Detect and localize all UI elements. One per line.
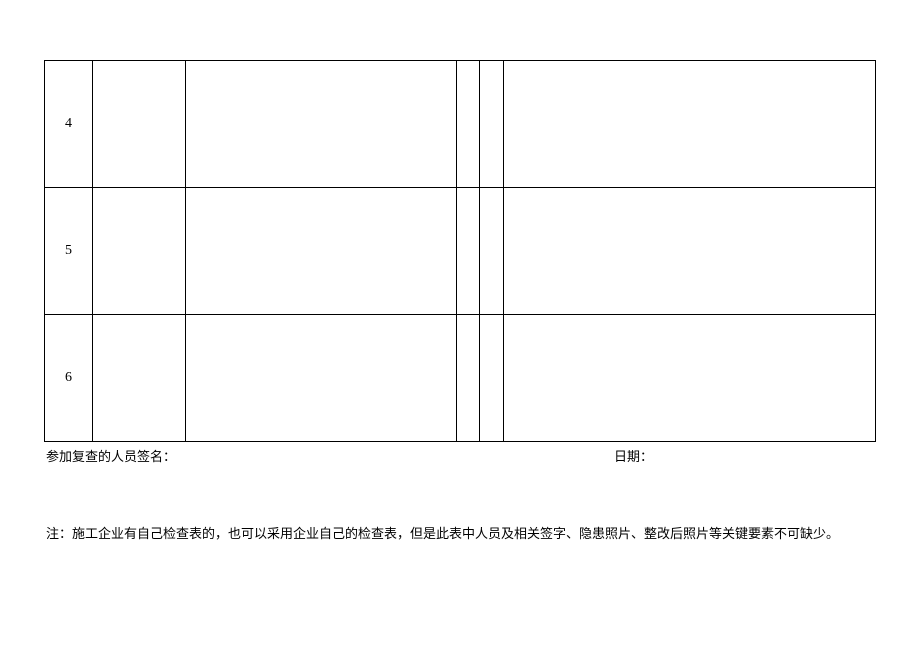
table-cell xyxy=(504,61,876,188)
table-cell xyxy=(480,315,504,442)
table-row: 4 xyxy=(45,61,876,188)
note-text: 注：施工企业有自己检查表的，也可以采用企业自己的检查表，但是此表中人员及相关签字… xyxy=(44,523,876,542)
table-cell xyxy=(457,61,480,188)
table-cell xyxy=(186,315,457,442)
inspection-table: 4 5 6 xyxy=(44,60,876,442)
row-number-cell: 6 xyxy=(45,315,93,442)
table-cell xyxy=(457,188,480,315)
table-cell xyxy=(186,61,457,188)
row-number-cell: 4 xyxy=(45,61,93,188)
table-cell xyxy=(93,188,186,315)
signature-label: 参加复查的人员签名： xyxy=(44,446,176,465)
table-cell xyxy=(93,61,186,188)
table-row: 5 xyxy=(45,188,876,315)
table-cell xyxy=(480,188,504,315)
table-cell xyxy=(93,315,186,442)
table-cell xyxy=(480,61,504,188)
table-cell xyxy=(186,188,457,315)
table-cell xyxy=(504,188,876,315)
footer-row: 参加复查的人员签名： 日期： xyxy=(44,446,876,465)
date-label: 日期： xyxy=(614,446,653,465)
row-number-cell: 5 xyxy=(45,188,93,315)
table-cell xyxy=(504,315,876,442)
page-container: 4 5 6 xyxy=(0,0,920,542)
table-row: 6 xyxy=(45,315,876,442)
table-cell xyxy=(457,315,480,442)
